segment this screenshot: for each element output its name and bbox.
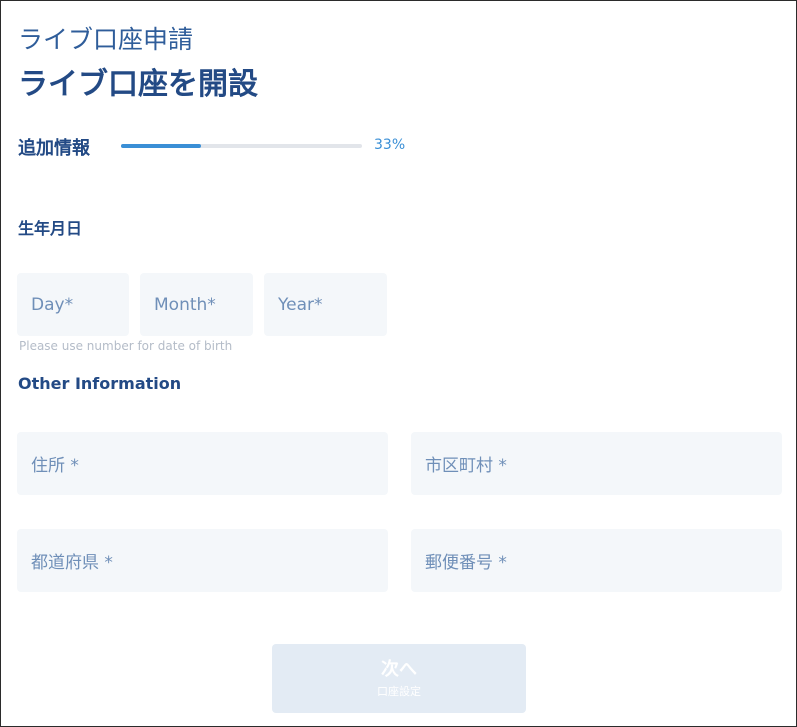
- city-placeholder: 市区町村 *: [425, 456, 507, 476]
- step-label: 追加情報: [18, 138, 90, 159]
- city-input[interactable]: 市区町村 *: [411, 432, 782, 495]
- progress-percent: 33%: [374, 137, 406, 153]
- progress-bar: [121, 144, 362, 148]
- other-information-label: Other Information: [18, 374, 182, 393]
- address-placeholder: 住所 *: [31, 456, 79, 476]
- next-button-sublabel: 口座設定: [377, 684, 421, 698]
- prefecture-input[interactable]: 都道府県 *: [17, 529, 388, 592]
- address-input[interactable]: 住所 *: [17, 432, 388, 495]
- month-placeholder: Month*: [154, 294, 216, 315]
- birth-date-label: 生年月日: [18, 219, 83, 238]
- year-input[interactable]: Year*: [264, 273, 387, 336]
- next-button[interactable]: 次へ 口座設定: [272, 644, 526, 713]
- year-placeholder: Year*: [278, 294, 323, 315]
- postal-code-placeholder: 郵便番号 *: [425, 553, 507, 573]
- prefecture-placeholder: 都道府県 *: [31, 553, 113, 573]
- page-title: ライブ口座を開設: [18, 67, 258, 102]
- next-button-label: 次へ: [381, 658, 417, 680]
- progress-bar-fill: [121, 144, 201, 148]
- account-application-form: ライブ口座申請 ライブ口座を開設 追加情報 33% 生年月日 Day* Mont…: [0, 0, 797, 727]
- day-input[interactable]: Day*: [17, 273, 129, 336]
- postal-code-input[interactable]: 郵便番号 *: [411, 529, 782, 592]
- page-subtitle: ライブ口座申請: [18, 25, 194, 54]
- month-input[interactable]: Month*: [140, 273, 253, 336]
- day-placeholder: Day*: [31, 294, 74, 315]
- birth-date-hint: Please use number for date of birth: [19, 339, 233, 353]
